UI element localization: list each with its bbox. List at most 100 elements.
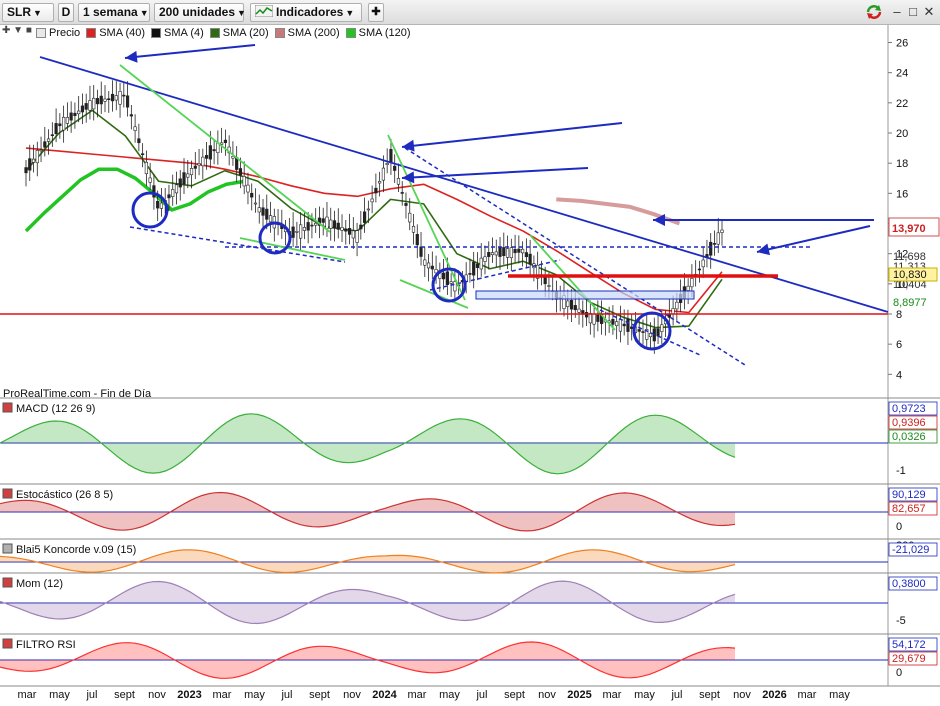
x-axis-label: sept (504, 689, 525, 701)
candle-body (58, 123, 62, 127)
close-icon[interactable]: ✕ (922, 4, 936, 20)
indicator-icon (2, 402, 13, 413)
candle-body (118, 91, 122, 105)
price-tick-label: 4 (896, 369, 902, 381)
candle-body (92, 97, 96, 110)
legend-label: SMA (40) (99, 27, 146, 39)
candle-body (697, 268, 702, 271)
candle-body (268, 215, 273, 223)
period-selector[interactable]: 1 semana ▼ (78, 3, 150, 22)
indicator-value: 82,657 (892, 503, 926, 515)
chevron-down-icon: ▼ (237, 8, 246, 18)
candle-body (129, 114, 133, 117)
minimize-icon[interactable]: – (890, 4, 904, 20)
legend-swatch (86, 28, 97, 38)
x-axis-label: mar (603, 689, 622, 701)
candle-body (366, 208, 370, 211)
legend-swatch (36, 28, 46, 38)
plus-icon: ✚ (371, 6, 381, 18)
legend-tools-icon[interactable]: ✚ ▼ ■ (2, 25, 36, 41)
candle-body (720, 229, 724, 233)
candle-body (347, 228, 352, 235)
candle-body (77, 110, 81, 115)
legend-item[interactable]: Precio (36, 25, 80, 41)
candle-body (223, 139, 227, 143)
candle-body (362, 211, 367, 223)
daily-button[interactable]: D (58, 3, 74, 22)
candle-body (426, 262, 431, 269)
refresh-icon[interactable] (864, 4, 884, 20)
legend-item[interactable]: SMA (200) (274, 25, 340, 41)
candle-body (566, 300, 570, 307)
x-axis-label: nov (148, 689, 166, 701)
toolbar: SLR ▼ D 1 semana ▼ 200 unidades ▼ Indicador… (0, 0, 940, 25)
candle-body (468, 273, 472, 275)
price-tick-label: 16 (896, 188, 908, 200)
candle-body (596, 314, 600, 322)
legend-label: SMA (4) (164, 27, 204, 39)
indicator-tick-label: 0 (896, 521, 902, 533)
legend-item[interactable]: SMA (20) (209, 25, 269, 41)
candle-body (242, 176, 246, 187)
legend-label: SMA (120) (358, 27, 411, 39)
candle-body (415, 234, 419, 246)
maximize-icon[interactable]: □ (906, 4, 920, 20)
indicator-icon (2, 638, 13, 649)
candle-body (99, 95, 103, 105)
daily-button-label: D (61, 5, 71, 19)
indicator-value: 0,0326 (892, 431, 926, 443)
candle-body (54, 123, 58, 135)
candle-body (182, 172, 186, 185)
x-axis-label: mar (18, 689, 37, 701)
candle-body (381, 167, 386, 181)
units-label: 200 unidades (159, 5, 236, 19)
add-window-button[interactable]: ✚ (368, 3, 384, 22)
legend-item[interactable]: SMA (4) (151, 25, 204, 41)
candle-body (521, 248, 525, 254)
indicator-icon (2, 543, 13, 554)
legend-swatch (209, 28, 220, 38)
symbol-selector[interactable]: SLR ▼ (2, 3, 54, 22)
candle-body (28, 158, 32, 171)
indicator-title: Mom (12) (16, 578, 63, 590)
x-axis-label: mar (213, 689, 232, 701)
indicator-value: 0,9396 (892, 417, 926, 429)
candle-body (671, 308, 675, 315)
candle-body (487, 252, 491, 257)
x-axis-label: jul (280, 689, 292, 701)
units-selector[interactable]: 200 unidades ▼ (154, 3, 246, 22)
candle-body (686, 285, 690, 291)
candle-body (325, 216, 329, 230)
candle-body (344, 228, 348, 232)
x-axis-label: 2025 (567, 689, 591, 701)
x-axis-label: sept (699, 689, 720, 701)
chart-canvas[interactable]: MACD (12 26 9)1-10,97230,93960,0326Estoc… (0, 25, 940, 706)
indicator-title: Blai5 Koncorde v.09 (15) (16, 544, 136, 556)
x-axis-label: jul (670, 689, 682, 701)
candle-body (611, 319, 615, 325)
candle-body (314, 222, 318, 226)
candle-body (24, 167, 28, 174)
x-axis-label: mar (798, 689, 817, 701)
candle-body (238, 168, 243, 176)
candle-body (479, 257, 483, 270)
chevron-down-icon: ▼ (33, 8, 42, 18)
candle-body (517, 248, 521, 253)
candle-body (475, 263, 480, 268)
candle-body (528, 253, 532, 265)
indicator-title: Estocástico (26 8 5) (16, 489, 113, 501)
legend-item[interactable]: SMA (120) (345, 25, 411, 41)
indicators-button[interactable]: Indicadores ▼ (250, 3, 362, 22)
indicator-value: 0,3800 (892, 578, 926, 590)
legend-item[interactable]: SMA (40) (86, 25, 145, 41)
candle-body (31, 158, 36, 163)
x-axis-label: may (829, 689, 850, 701)
x-axis-label: nov (343, 689, 361, 701)
candle-body (95, 98, 100, 105)
candle-body (321, 218, 325, 223)
candle-body (637, 329, 641, 332)
candle-body (261, 207, 265, 216)
candle-body (84, 103, 88, 110)
candle-body (660, 324, 664, 332)
candle-body (46, 138, 51, 142)
